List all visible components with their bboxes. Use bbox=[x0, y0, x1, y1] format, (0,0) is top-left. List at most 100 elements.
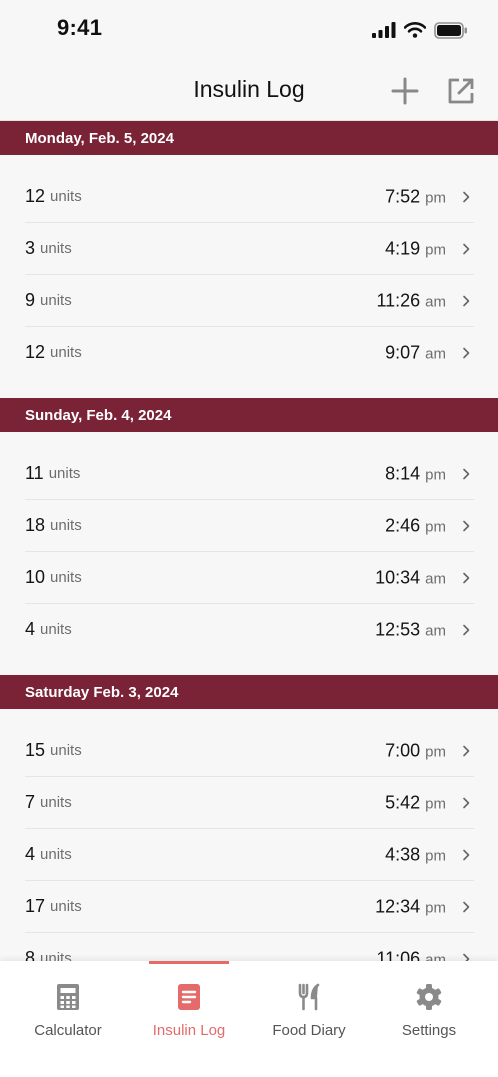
entry-time: 9:07 am bbox=[385, 342, 446, 363]
log-day-section: Saturday Feb. 3, 2024 15 units 7:00 pm 7 units… bbox=[0, 675, 498, 961]
chevron-right-icon bbox=[463, 849, 470, 860]
units-label: units bbox=[50, 569, 82, 586]
add-entry-button[interactable] bbox=[388, 74, 422, 108]
wifi-icon bbox=[404, 22, 426, 38]
time-period: am bbox=[425, 345, 446, 362]
time-period: pm bbox=[425, 241, 446, 258]
log-entry-row[interactable]: 18 units 2:46 pm bbox=[25, 500, 474, 552]
units-value: 18 bbox=[25, 515, 46, 535]
log-day-section: Monday, Feb. 5, 2024 12 units 7:52 pm 3 units 4… bbox=[0, 121, 498, 398]
log-entry-row[interactable]: 11 units 8:14 pm bbox=[25, 448, 474, 500]
document-icon bbox=[178, 984, 200, 1010]
section-date-header: Sunday, Feb. 4, 2024 bbox=[0, 398, 498, 432]
signal-icon bbox=[372, 22, 396, 38]
status-time: 9:41 bbox=[57, 15, 103, 40]
entry-time: 11:06 am bbox=[376, 948, 446, 961]
units-value: 9 bbox=[25, 290, 36, 310]
chevron-right-icon bbox=[463, 572, 470, 583]
units-value: 4 bbox=[25, 844, 36, 864]
status-icons bbox=[372, 20, 468, 40]
time-period: pm bbox=[425, 518, 446, 535]
time-period: pm bbox=[425, 847, 446, 864]
log-entry-row[interactable]: 8 units 11:06 am bbox=[25, 933, 474, 961]
time-value: 12:34 bbox=[375, 896, 421, 916]
units-label: units bbox=[40, 621, 72, 638]
time-value: 5:42 bbox=[385, 792, 421, 812]
entry-time: 12:53 am bbox=[375, 619, 446, 640]
time-value: 4:19 bbox=[385, 238, 421, 258]
chevron-right-icon bbox=[463, 191, 470, 202]
time-period: pm bbox=[425, 743, 446, 760]
time-period: am bbox=[425, 951, 446, 961]
section-date-header: Monday, Feb. 5, 2024 bbox=[0, 121, 498, 155]
chevron-right-icon bbox=[463, 520, 470, 531]
units-value: 10 bbox=[25, 567, 46, 587]
tab-label: Settings bbox=[401, 1022, 457, 1039]
entry-time: 11:26 am bbox=[376, 290, 446, 311]
tab-bar: Calculator Insulin Log Food Diary Settin… bbox=[0, 961, 498, 1077]
time-value: 9:07 bbox=[385, 342, 421, 362]
units-label: units bbox=[50, 344, 82, 361]
time-period: am bbox=[425, 293, 446, 310]
status-bar: 9:41 bbox=[0, 0, 498, 60]
log-entry-row[interactable]: 12 units 7:52 pm bbox=[25, 171, 474, 223]
units-value: 8 bbox=[25, 948, 36, 961]
time-period: am bbox=[425, 570, 446, 587]
log-entry-row[interactable]: 3 units 4:19 pm bbox=[25, 223, 474, 275]
time-value: 8:14 bbox=[385, 463, 421, 483]
log-entry-row[interactable]: 7 units 5:42 pm bbox=[25, 777, 474, 829]
units-label: units bbox=[40, 950, 72, 961]
entry-time: 4:38 pm bbox=[385, 844, 446, 865]
log-entry-row[interactable]: 9 units 11:26 am bbox=[25, 275, 474, 327]
chevron-right-icon bbox=[463, 901, 470, 912]
chevron-right-icon bbox=[463, 624, 470, 635]
entry-time: 10:34 am bbox=[375, 567, 446, 588]
units-label: units bbox=[40, 794, 72, 811]
entry-list: 12 units 7:52 pm 3 units 4:19 pm 9 units 11:26 am 12… bbox=[0, 155, 498, 398]
insulin-log-list[interactable]: Monday, Feb. 5, 2024 12 units 7:52 pm 3 units 4… bbox=[0, 121, 498, 961]
time-period: pm bbox=[425, 466, 446, 483]
chevron-right-icon bbox=[463, 243, 470, 254]
chevron-right-icon bbox=[463, 745, 470, 756]
section-date-header: Saturday Feb. 3, 2024 bbox=[0, 675, 498, 709]
units-value: 11 bbox=[25, 463, 44, 483]
entry-time: 5:42 pm bbox=[385, 792, 446, 813]
units-value: 12 bbox=[25, 342, 46, 362]
chevron-right-icon bbox=[463, 468, 470, 479]
log-entry-row[interactable]: 4 units 4:38 pm bbox=[25, 829, 474, 881]
units-value: 15 bbox=[25, 740, 46, 760]
tab-food-diary[interactable]: Food Diary bbox=[247, 961, 371, 1061]
log-entry-row[interactable]: 17 units 12:34 pm bbox=[25, 881, 474, 933]
tab-label: Food Diary bbox=[272, 1022, 346, 1039]
units-label: units bbox=[40, 292, 72, 309]
chevron-right-icon bbox=[463, 295, 470, 306]
external-link-icon bbox=[448, 78, 474, 104]
time-value: 11:26 bbox=[376, 290, 421, 310]
entry-time: 2:46 pm bbox=[385, 515, 446, 536]
battery-icon bbox=[434, 21, 467, 39]
tab-label: Insulin Log bbox=[152, 1022, 226, 1039]
units-label: units bbox=[50, 188, 82, 205]
log-entry-row[interactable]: 15 units 7:00 pm bbox=[25, 725, 474, 777]
time-value: 2:46 bbox=[385, 515, 421, 535]
tab-insulin-log[interactable]: Insulin Log bbox=[127, 961, 251, 1061]
units-value: 12 bbox=[25, 186, 46, 206]
time-period: pm bbox=[425, 795, 446, 812]
log-entry-row[interactable]: 4 units 12:53 am bbox=[25, 604, 474, 655]
units-label: units bbox=[50, 517, 82, 534]
log-entry-row[interactable]: 10 units 10:34 am bbox=[25, 552, 474, 604]
page-title: Insulin Log bbox=[193, 76, 305, 102]
time-value: 7:52 bbox=[385, 186, 421, 206]
time-value: 12:53 bbox=[375, 619, 421, 639]
tab-calculator[interactable]: Calculator bbox=[6, 961, 130, 1061]
units-value: 7 bbox=[25, 792, 36, 812]
log-entry-row[interactable]: 12 units 9:07 am bbox=[25, 327, 474, 378]
export-button[interactable] bbox=[444, 74, 478, 108]
entry-list: 11 units 8:14 pm 18 units 2:46 pm 10 units 10:34 am… bbox=[0, 432, 498, 675]
chevron-right-icon bbox=[463, 347, 470, 358]
calculator-icon bbox=[57, 984, 79, 1010]
time-value: 4:38 bbox=[385, 844, 421, 864]
tab-settings[interactable]: Settings bbox=[367, 961, 491, 1061]
time-period: pm bbox=[425, 899, 446, 916]
time-value: 10:34 bbox=[375, 567, 421, 587]
